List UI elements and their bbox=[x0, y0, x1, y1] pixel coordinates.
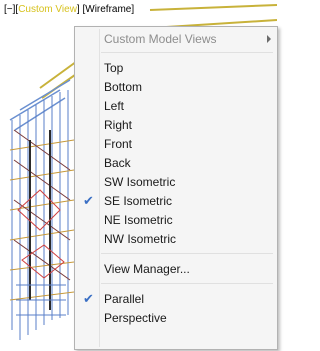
submenu-arrow-icon bbox=[267, 35, 271, 43]
menu-item-custom-model-views[interactable]: Custom Model Views bbox=[75, 30, 277, 49]
menu-separator bbox=[101, 283, 273, 284]
checkmark-icon: ✔ bbox=[83, 193, 94, 208]
view-context-menu: Custom Model Views Top Bottom Left Right… bbox=[74, 26, 278, 350]
menu-item-sw-isometric[interactable]: SW Isometric bbox=[75, 173, 277, 192]
menu-item-se-isometric[interactable]: ✔ SE Isometric bbox=[75, 192, 277, 211]
menu-item-top[interactable]: Top bbox=[75, 59, 277, 78]
checkmark-icon: ✔ bbox=[83, 291, 94, 306]
menu-item-back[interactable]: Back bbox=[75, 154, 277, 173]
menu-item-bottom[interactable]: Bottom bbox=[75, 78, 277, 97]
menu-item-nw-isometric[interactable]: NW Isometric bbox=[75, 230, 277, 249]
menu-item-right[interactable]: Right bbox=[75, 116, 277, 135]
menu-item-view-manager[interactable]: View Manager... bbox=[75, 260, 277, 279]
menu-separator bbox=[101, 253, 273, 254]
menu-item-ne-isometric[interactable]: NE Isometric bbox=[75, 211, 277, 230]
menu-item-perspective[interactable]: Perspective bbox=[75, 309, 277, 328]
menu-item-left[interactable]: Left bbox=[75, 97, 277, 116]
viewport-label[interactable]: [−][Custom View] [Wireframe] bbox=[4, 4, 134, 15]
menu-item-parallel[interactable]: ✔ Parallel bbox=[75, 290, 277, 309]
menu-separator bbox=[101, 52, 273, 53]
menu-item-front[interactable]: Front bbox=[75, 135, 277, 154]
menu-item-label: Custom Model Views bbox=[104, 32, 217, 46]
